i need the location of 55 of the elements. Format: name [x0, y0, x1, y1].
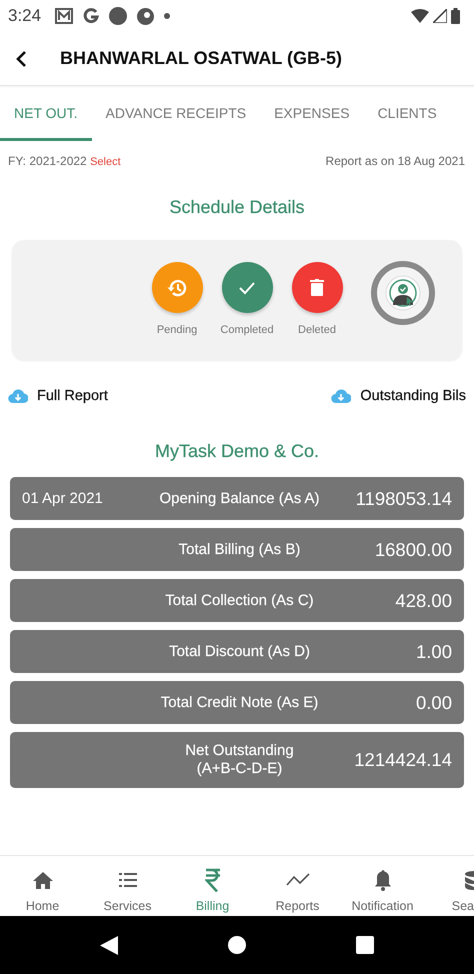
g-logo-icon	[83, 8, 100, 24]
row-label: Total Collection (As C)	[164, 592, 315, 610]
dot-icon	[164, 13, 170, 19]
home-icon	[32, 871, 52, 889]
row-amount: 16800.00	[374, 538, 452, 560]
row-date: 01 Apr 2021	[22, 490, 104, 507]
signal-icon	[433, 9, 447, 23]
row-label: Net Outstanding (A+B-C-D-E)	[184, 742, 295, 778]
tab[interactable]: CLIENTS	[364, 87, 451, 141]
nav-item[interactable]: Services	[85, 856, 170, 916]
home-circle-icon[interactable]	[228, 936, 246, 954]
cloud-download-icon	[331, 388, 352, 404]
fiscal-year-label: FY: 2021-2022	[8, 154, 88, 168]
trend-line-icon	[286, 873, 310, 887]
nav-item[interactable]: Sea	[425, 856, 474, 916]
wifi-icon	[411, 9, 429, 23]
select-link[interactable]: Select	[90, 156, 121, 168]
database-icon	[464, 870, 474, 890]
nav-item[interactable]: Notification	[340, 856, 425, 916]
battery-icon	[451, 8, 460, 24]
nav-item[interactable]: Home	[0, 856, 85, 916]
status-time: 3:24	[8, 6, 42, 26]
page-title: BHANWARLAL OSATWAL (GB-5)	[60, 48, 342, 69]
tab[interactable]: NET OUT.	[0, 87, 92, 141]
list-icon	[118, 873, 136, 887]
app-logo-icon	[137, 8, 154, 24]
chevron-left-icon	[16, 50, 28, 66]
tab[interactable]: ADVANCE RECEIPTS	[92, 87, 260, 141]
mail-icon	[55, 8, 74, 24]
section-heading: Schedule Details	[168, 197, 306, 219]
row-label: Opening Balance (As A)	[158, 490, 321, 508]
user-check-logo-icon[interactable]	[371, 261, 435, 325]
history-icon	[167, 278, 187, 298]
report-date: Report as on 18 Aug 2021	[326, 154, 465, 168]
row-amount: 1198053.14	[354, 488, 452, 510]
cloud-download-icon	[8, 388, 28, 404]
download-button[interactable]: Full Report	[8, 388, 108, 404]
nav-item[interactable]: Billing	[170, 856, 255, 916]
row-label: Total Discount (As D)	[168, 642, 311, 660]
nav-item[interactable]: Reports	[255, 856, 340, 916]
row-label: Total Credit Note (As E)	[160, 694, 320, 712]
download-button[interactable]: Outstanding Bils	[331, 388, 466, 404]
back-icon[interactable]	[100, 936, 118, 954]
trash-icon	[310, 279, 324, 296]
bell-icon	[374, 869, 392, 891]
row-amount: 428.00	[394, 590, 452, 612]
company-name: MyTask Demo & Co.	[154, 441, 320, 463]
row-label: Total Billing (As B)	[178, 540, 302, 558]
rupee-icon	[204, 868, 220, 892]
row-amount: 0.00	[414, 692, 452, 714]
row-amount: 1214424.14	[353, 749, 452, 771]
check-icon	[238, 280, 256, 294]
tab[interactable]: EXPENSES	[260, 87, 364, 141]
row-amount: 1.00	[414, 640, 452, 662]
circle-icon	[109, 7, 128, 25]
